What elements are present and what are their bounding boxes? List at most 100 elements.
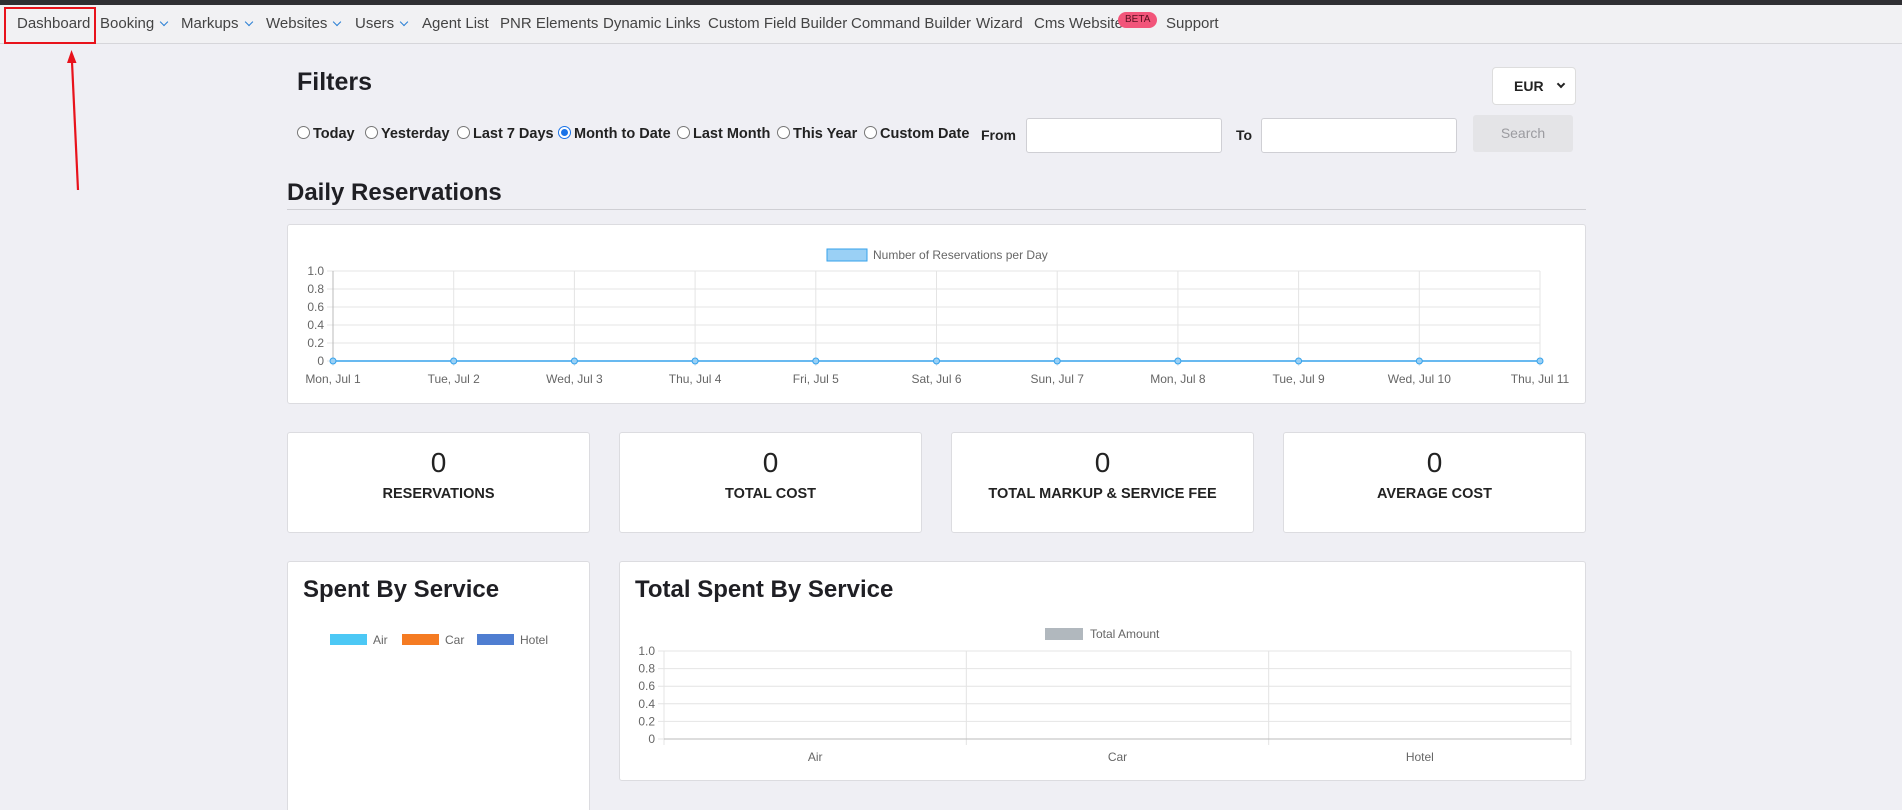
y-tick-label: 0 bbox=[648, 732, 655, 746]
range-yesterday[interactable]: Yesterday bbox=[365, 126, 450, 142]
nav-item-dynamic-links[interactable]: Dynamic Links bbox=[603, 5, 701, 44]
x-tick-label: Wed, Jul 10 bbox=[1388, 372, 1451, 386]
nav-item-users[interactable]: Users bbox=[355, 5, 409, 44]
nav-label: Command Builder bbox=[851, 15, 972, 32]
data-point bbox=[933, 357, 940, 365]
spent-by-service-chart: Air Car Hotel bbox=[330, 633, 548, 647]
y-tick-label: 1.0 bbox=[307, 264, 324, 278]
y-tick-label: 0.2 bbox=[307, 336, 324, 350]
legend-label: Car bbox=[445, 633, 464, 647]
stat-card-total-cost: 0 TOTAL COST bbox=[619, 432, 922, 533]
radio-button[interactable] bbox=[677, 126, 690, 139]
nav-item-booking[interactable]: Booking bbox=[100, 5, 169, 44]
chevron-down-icon bbox=[333, 17, 342, 27]
data-point bbox=[1053, 357, 1061, 365]
currency-select[interactable]: EUR bbox=[1492, 67, 1576, 105]
nav-label: Custom Field Builder bbox=[708, 15, 848, 32]
radio-button[interactable] bbox=[297, 126, 310, 139]
nav-item-custom-field-builder[interactable]: Custom Field Builder bbox=[708, 5, 847, 44]
x-tick-label: Air bbox=[808, 750, 823, 764]
legend-swatch-air bbox=[330, 634, 367, 645]
nav-item-agent-list[interactable]: Agent List bbox=[422, 5, 489, 44]
range-custom-date[interactable]: Custom Date bbox=[864, 126, 969, 142]
radio-button-selected[interactable] bbox=[558, 126, 571, 139]
stat-label: TOTAL COST bbox=[724, 486, 817, 502]
annotation-highlight-box bbox=[4, 7, 96, 44]
stat-value: 0 bbox=[762, 447, 779, 478]
stat-value: 0 bbox=[430, 447, 447, 478]
stat-label: TOTAL MARKUP & SERVICE FEE bbox=[988, 486, 1217, 502]
nav-label: Markups bbox=[181, 15, 239, 32]
y-tick-label: 1.0 bbox=[638, 644, 655, 658]
nav-item-websites[interactable]: Websites bbox=[266, 5, 342, 44]
chevron-down-icon bbox=[1556, 79, 1566, 89]
range-this-year[interactable]: This Year bbox=[777, 126, 857, 142]
legend-swatch bbox=[826, 248, 868, 262]
data-point bbox=[691, 357, 699, 365]
nav-label: Agent List bbox=[422, 15, 489, 32]
x-tick-label: Sat, Jul 6 bbox=[911, 372, 961, 386]
chevron-down-icon bbox=[159, 17, 169, 27]
nav-label: Wizard bbox=[976, 15, 1023, 32]
nav-item-cms-website[interactable]: Cms Website bbox=[1034, 5, 1123, 44]
total-spent-by-service-card: Total Spent By Service Total Amount 1.0 0.… bbox=[619, 561, 1586, 781]
radio-label: Yesterday bbox=[381, 126, 450, 142]
currency-value: EUR bbox=[1514, 78, 1544, 94]
x-tick-label: Tue, Jul 2 bbox=[428, 372, 481, 386]
legend-swatch-hotel bbox=[477, 634, 514, 645]
range-last-month[interactable]: Last Month bbox=[677, 126, 770, 142]
chevron-down-icon bbox=[244, 17, 253, 27]
y-tick-label: 0.4 bbox=[307, 318, 324, 332]
nav-label: PNR Elements bbox=[500, 15, 599, 32]
radio-button[interactable] bbox=[457, 126, 470, 139]
radio-label: Last Month bbox=[693, 126, 771, 142]
chevron-down-icon bbox=[399, 17, 409, 27]
radio-button[interactable] bbox=[864, 126, 877, 139]
nav-label: Users bbox=[355, 15, 395, 32]
data-point bbox=[1536, 357, 1544, 365]
x-tick-label: Sun, Jul 7 bbox=[1031, 372, 1085, 386]
nav-label: Websites bbox=[266, 15, 328, 32]
x-tick-label: Mon, Jul 1 bbox=[305, 372, 361, 386]
radio-label: Today bbox=[313, 126, 355, 142]
legend-swatch-car bbox=[402, 634, 439, 645]
beta-badge: BETA bbox=[1118, 12, 1158, 28]
main-navbar: Dashboard Booking Markups Websites Users… bbox=[0, 5, 1902, 44]
daily-reservations-chart: Number of Reservations per Day 1.0 0.8 0.6 0… bbox=[305, 248, 1570, 386]
radio-button[interactable] bbox=[777, 126, 790, 139]
legend-label: Total Amount bbox=[1090, 627, 1160, 641]
y-tick-label: 0.6 bbox=[638, 679, 655, 693]
to-label: To bbox=[1236, 127, 1253, 143]
stat-label: RESERVATIONS bbox=[382, 486, 495, 502]
search-button[interactable]: Search bbox=[1473, 115, 1573, 152]
spent-by-service-card: Spent By Service Air Car Hotel bbox=[287, 561, 590, 810]
legend-label: Hotel bbox=[520, 633, 548, 647]
x-tick-label: Thu, Jul 11 bbox=[1511, 372, 1570, 386]
x-tick-label: Wed, Jul 3 bbox=[546, 372, 603, 386]
stat-card-reservations: 0 RESERVATIONS bbox=[287, 432, 590, 533]
x-tick-label: Hotel bbox=[1406, 750, 1434, 764]
total-spent-by-service-chart: Total Amount 1.0 0.8 0.6 0.4 0.2 0 Air Car Hotel bbox=[638, 627, 1572, 764]
nav-item-support[interactable]: Support bbox=[1166, 5, 1219, 44]
nav-item-wizard[interactable]: Wizard bbox=[976, 5, 1023, 44]
nav-item-command-builder[interactable]: Command Builder bbox=[851, 5, 971, 44]
nav-item-pnr-elements[interactable]: PNR Elements bbox=[500, 5, 598, 44]
x-tick-label: Tue, Jul 9 bbox=[1272, 372, 1325, 386]
nav-item-markups[interactable]: Markups bbox=[181, 5, 253, 44]
range-today[interactable]: Today bbox=[297, 126, 355, 142]
nav-label: Dynamic Links bbox=[603, 15, 701, 32]
stat-value: 0 bbox=[1426, 447, 1443, 478]
radio-label: This Year bbox=[793, 126, 858, 142]
radio-button[interactable] bbox=[365, 126, 378, 139]
range-month-to-date[interactable]: Month to Date bbox=[558, 126, 671, 142]
to-date-input[interactable] bbox=[1261, 118, 1457, 153]
y-tick-label: 0.8 bbox=[307, 282, 324, 296]
legend-label: Number of Reservations per Day bbox=[873, 248, 1048, 262]
from-label: From bbox=[981, 127, 1016, 143]
range-last-7-days[interactable]: Last 7 Days bbox=[457, 126, 554, 142]
legend-label: Air bbox=[373, 633, 388, 647]
stat-value: 0 bbox=[1094, 447, 1111, 478]
nav-label: Booking bbox=[100, 15, 155, 32]
from-date-input[interactable] bbox=[1026, 118, 1222, 153]
radio-label: Last 7 Days bbox=[473, 126, 554, 142]
